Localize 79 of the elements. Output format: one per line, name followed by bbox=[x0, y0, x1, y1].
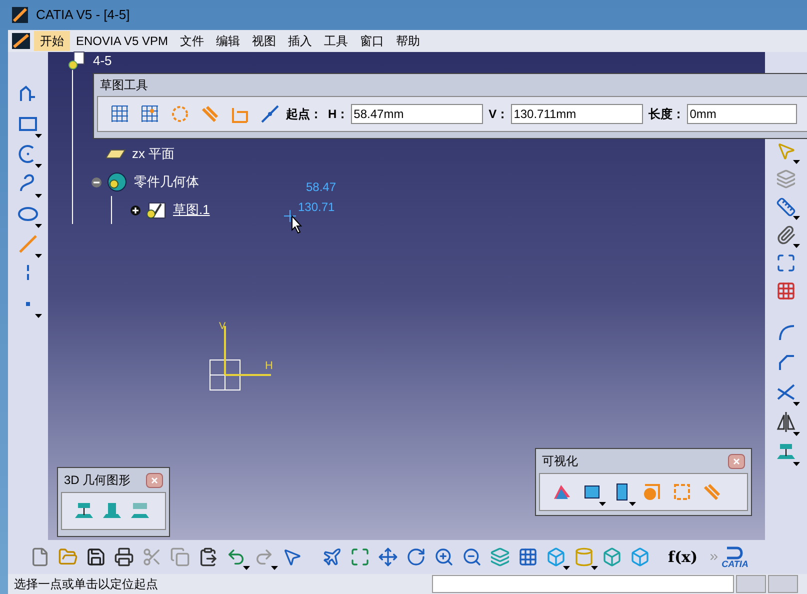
coordinate-readout: 130.71 bbox=[298, 199, 335, 216]
caret-icon[interactable] bbox=[35, 314, 42, 318]
menu-item[interactable]: 插入 bbox=[282, 31, 318, 51]
status-message: 选择一点或单击以定位起点 bbox=[13, 576, 159, 593]
caret-icon[interactable] bbox=[35, 164, 42, 168]
panel-title: 3D 几何图形 bbox=[64, 472, 131, 489]
zoom-out-icon[interactable] bbox=[462, 547, 482, 567]
caret-icon[interactable] bbox=[793, 216, 800, 220]
menu-item[interactable]: ENOVIA V5 VPM bbox=[70, 31, 174, 51]
brand-logo-text: CATIA bbox=[722, 560, 748, 568]
print-icon[interactable] bbox=[114, 547, 134, 567]
close-icon bbox=[733, 458, 740, 464]
body-icon bbox=[106, 171, 128, 193]
rotate-icon[interactable] bbox=[406, 547, 426, 567]
grid-icon[interactable] bbox=[109, 103, 131, 125]
part-icon bbox=[67, 51, 87, 71]
axis-label: V bbox=[219, 320, 226, 334]
fit-all-icon[interactable] bbox=[350, 547, 370, 567]
zoom-in-icon[interactable] bbox=[434, 547, 454, 567]
collapse-icon[interactable] bbox=[91, 176, 102, 188]
command-field[interactable] bbox=[432, 575, 734, 593]
app-logo-icon[interactable] bbox=[12, 33, 30, 49]
window-title: CATIA V5 - [4-5] bbox=[36, 6, 130, 24]
app-logo-icon bbox=[12, 7, 28, 23]
value-field[interactable]: 130.711mm bbox=[510, 104, 643, 124]
menu-item[interactable]: 窗口 bbox=[354, 31, 390, 51]
coordinate-readout: 58.47 bbox=[306, 179, 336, 196]
sketch-icon bbox=[145, 200, 167, 220]
caret-icon[interactable] bbox=[793, 432, 800, 436]
field-label: 起点： bbox=[286, 106, 322, 123]
power-input-button[interactable] bbox=[768, 575, 798, 593]
menu-item[interactable]: 开始 bbox=[34, 31, 70, 51]
caret-icon[interactable] bbox=[271, 566, 278, 570]
caret-icon[interactable] bbox=[35, 194, 42, 198]
plane-icon bbox=[106, 148, 126, 160]
panel-title: 可视化 bbox=[542, 453, 578, 470]
caret-icon[interactable] bbox=[35, 224, 42, 228]
menu-item[interactable]: 文件 bbox=[174, 31, 210, 51]
caret-icon[interactable] bbox=[243, 566, 250, 570]
pan-icon[interactable] bbox=[378, 547, 398, 567]
snap-to-point-icon[interactable] bbox=[139, 103, 161, 125]
paperclip-icon[interactable] bbox=[776, 225, 796, 245]
new-file-icon[interactable] bbox=[30, 547, 50, 567]
caret-icon[interactable] bbox=[35, 134, 42, 138]
dimension-icon[interactable] bbox=[776, 197, 796, 217]
caret-icon[interactable] bbox=[793, 402, 800, 406]
close-icon bbox=[151, 476, 158, 484]
tree-label[interactable]: zx 平面 bbox=[130, 144, 177, 164]
caret-icon[interactable] bbox=[563, 566, 570, 570]
paste-icon[interactable] bbox=[198, 547, 218, 567]
panel-title: 草图工具 bbox=[99, 77, 149, 94]
value-field[interactable]: 0mm bbox=[686, 104, 797, 124]
menu-item[interactable]: 编辑 bbox=[210, 31, 246, 51]
tree-label[interactable]: 零件几何体 bbox=[132, 172, 201, 192]
caret-icon[interactable] bbox=[793, 462, 800, 466]
caret-icon[interactable] bbox=[599, 502, 606, 506]
tree-label[interactable]: 草图.1 bbox=[171, 200, 212, 220]
close-button[interactable] bbox=[146, 472, 163, 488]
tree-label[interactable]: 4-5 bbox=[91, 51, 114, 71]
field-label: 长度： bbox=[648, 106, 685, 123]
crosshair-cursor-icon bbox=[284, 210, 304, 234]
caret-icon[interactable] bbox=[793, 244, 800, 248]
menu-item[interactable]: 工具 bbox=[318, 31, 354, 51]
formula-button[interactable]: f(x) bbox=[664, 546, 702, 568]
line-tool-icon[interactable] bbox=[259, 103, 281, 125]
caret-icon[interactable] bbox=[629, 502, 636, 506]
expand-icon[interactable] bbox=[130, 204, 141, 216]
menu-item[interactable]: 帮助 bbox=[390, 31, 426, 51]
close-button[interactable] bbox=[728, 454, 745, 468]
field-label: H： bbox=[328, 106, 349, 123]
axis-label: H bbox=[265, 359, 273, 374]
caret-icon[interactable] bbox=[591, 566, 598, 570]
field-label: V： bbox=[488, 106, 509, 123]
caret-icon[interactable] bbox=[793, 160, 800, 164]
menu-item[interactable]: 视图 bbox=[246, 31, 282, 51]
save-icon[interactable] bbox=[86, 547, 106, 567]
mirror-icon[interactable] bbox=[775, 411, 797, 433]
caret-icon[interactable] bbox=[35, 254, 42, 258]
value-field[interactable]: 58.47mm bbox=[350, 104, 483, 124]
